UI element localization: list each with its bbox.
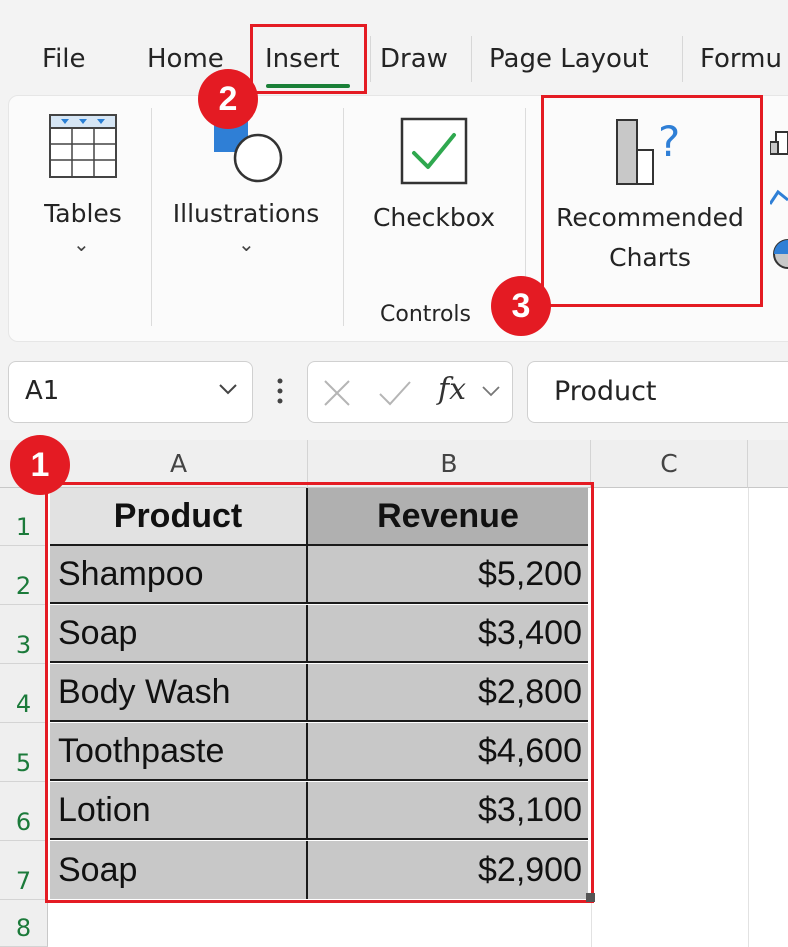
column-chart-icon[interactable] xyxy=(770,128,788,156)
checkbox-label[interactable]: Checkbox xyxy=(367,203,501,232)
data-range-highlight xyxy=(45,482,594,903)
column-header-d[interactable] xyxy=(748,440,788,488)
column-header-a[interactable]: A xyxy=(50,440,308,488)
insert-tab-highlight xyxy=(250,24,367,94)
step-badge-3: 3 xyxy=(491,276,551,336)
formula-bar[interactable]: Product xyxy=(527,361,788,423)
checkbox-icon xyxy=(400,117,468,189)
pie-chart-icon[interactable] xyxy=(770,238,788,270)
tab-page-layout[interactable]: Page Layout xyxy=(489,44,649,74)
tab-home[interactable]: Home xyxy=(147,44,224,74)
tab-draw[interactable]: Draw xyxy=(380,44,448,74)
cancel-icon[interactable] xyxy=(322,378,352,412)
row-header-7[interactable]: 7 xyxy=(0,841,48,900)
menu-separator xyxy=(370,36,371,82)
row-header-8[interactable]: 8 xyxy=(0,900,48,947)
step-badge-2: 2 xyxy=(198,69,258,129)
column-header-c[interactable]: C xyxy=(591,440,748,488)
name-box[interactable]: A1 xyxy=(8,361,253,423)
recommended-charts-highlight xyxy=(541,95,763,307)
step-badge-1: 1 xyxy=(10,435,70,495)
controls-group-label: Controls xyxy=(380,302,471,327)
row-header-2[interactable]: 2 xyxy=(0,546,48,605)
chevron-down-icon[interactable]: ⌄ xyxy=(238,232,255,256)
row-header-5[interactable]: 5 xyxy=(0,723,48,782)
chevron-down-icon[interactable]: ⌄ xyxy=(73,232,90,256)
menu-separator xyxy=(471,36,472,82)
fill-handle[interactable] xyxy=(586,893,595,902)
chevron-down-icon[interactable] xyxy=(217,378,239,404)
row-header-6[interactable]: 6 xyxy=(0,782,48,841)
row-header-3[interactable]: 3 xyxy=(0,605,48,664)
tab-formulas[interactable]: Formu xyxy=(700,44,782,74)
row-header-4[interactable]: 4 xyxy=(0,664,48,723)
line-chart-icon[interactable] xyxy=(770,184,788,210)
column-header-b[interactable]: B xyxy=(308,440,591,488)
illustrations-label[interactable]: Illustrations xyxy=(170,199,322,228)
name-box-value: A1 xyxy=(25,376,60,406)
enter-icon[interactable] xyxy=(378,378,412,412)
tab-file[interactable]: File xyxy=(42,44,86,74)
insert-function-icon[interactable]: fx xyxy=(438,372,466,407)
group-separator xyxy=(151,108,152,326)
more-options-icon[interactable] xyxy=(275,375,285,411)
gridline xyxy=(748,488,749,947)
formula-content: Product xyxy=(554,376,657,407)
menu-separator xyxy=(682,36,683,82)
row-header-1[interactable]: 1 xyxy=(0,488,48,546)
tables-label[interactable]: Tables xyxy=(42,199,124,228)
table-icon xyxy=(49,114,117,182)
chevron-down-icon[interactable] xyxy=(480,382,502,406)
group-separator xyxy=(343,108,344,326)
formula-controls: fx xyxy=(307,361,513,423)
